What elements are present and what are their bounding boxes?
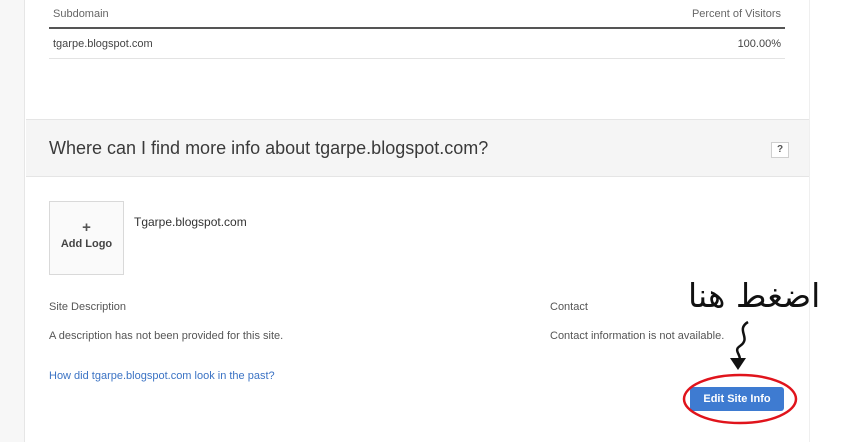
site-name: Tgarpe.blogspot.com [134,215,247,229]
cell-percent: 100.00% [737,37,781,50]
contact-value: Contact information is not available. [550,330,725,342]
column-header-subdomain[interactable]: Subdomain [53,8,109,20]
add-logo-label: Add Logo [60,238,113,250]
site-description-label: Site Description [49,301,127,313]
cell-subdomain: tgarpe.blogspot.com [53,37,153,50]
table-header: Subdomain Percent of Visitors [49,0,785,29]
plus-icon: + [82,219,91,236]
column-header-percent[interactable]: Percent of Visitors [692,8,781,20]
contact-label: Contact [550,301,588,313]
arrow-head-icon [730,358,746,370]
section-title: Where can I find more info about tgarpe.… [49,138,489,158]
right-divider [809,0,810,442]
left-rail [0,0,25,442]
table-row: tgarpe.blogspot.com 100.00% [49,29,785,59]
arrow-icon [735,320,749,363]
edit-site-info-button[interactable]: Edit Site Info [690,387,784,411]
site-description-value: A description has not been provided for … [49,330,284,342]
section-header: Where can I find more info about tgarpe.… [26,119,809,177]
annotation-text: اضغط هنا [688,276,821,315]
past-history-link[interactable]: How did tgarpe.blogspot.com look in the … [49,370,275,382]
help-button[interactable]: ? [771,142,789,158]
subdomain-table: Subdomain Percent of Visitors tgarpe.blo… [49,0,785,59]
add-logo-button[interactable]: + Add Logo [49,201,124,275]
